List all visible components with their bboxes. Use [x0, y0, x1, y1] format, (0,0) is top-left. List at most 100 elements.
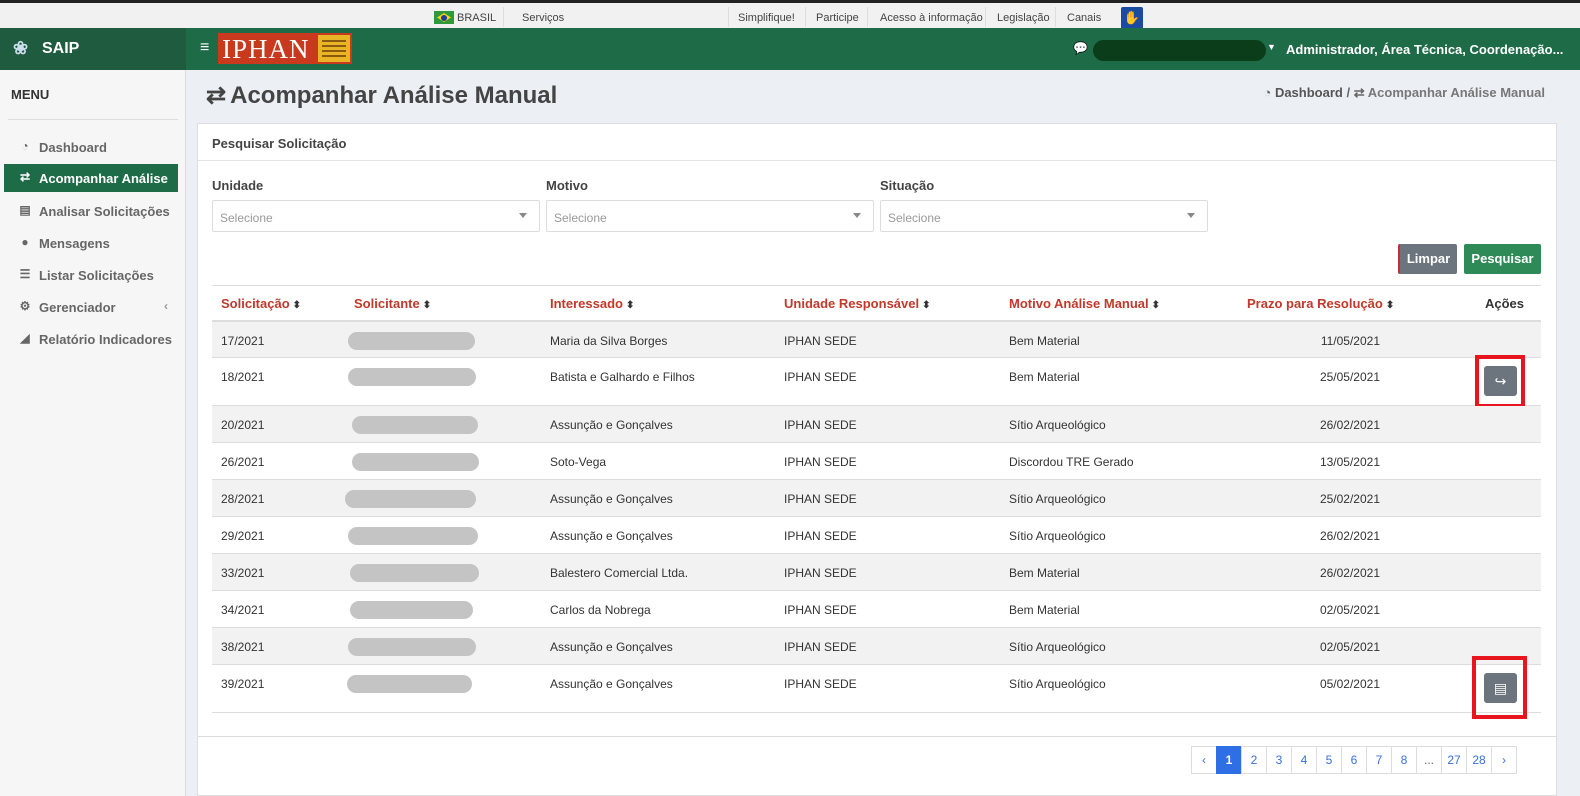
- column-header-prazo[interactable]: Prazo para Resolução ⬍: [1247, 296, 1394, 311]
- table-row: 28/2021 Assunção e Gonçalves IPHAN SEDE Sít…: [212, 480, 1541, 517]
- pagination-page-27[interactable]: 27: [1441, 746, 1467, 774]
- accessibility-icon[interactable]: ✋: [1121, 7, 1143, 29]
- clear-button[interactable]: Limpar: [1398, 244, 1457, 274]
- chevron-left-icon: ‹: [164, 299, 168, 313]
- search-panel: Pesquisar Solicitação Unidade Selecione …: [197, 123, 1557, 796]
- table-row: 34/2021 Carlos da Nobrega IPHAN SEDE Bem Ma…: [212, 591, 1541, 628]
- cell-motivo: Sítio Arqueológico: [1009, 677, 1106, 691]
- redacted-solicitante: [352, 453, 479, 471]
- sidebar-item-listar-solicitacoes[interactable]: ☰ Listar Solicitações: [4, 261, 178, 289]
- cell-unidade: IPHAN SEDE: [784, 529, 857, 543]
- pagination-page-28[interactable]: 28: [1466, 746, 1492, 774]
- cell-unidade: IPHAN SEDE: [784, 334, 857, 348]
- pagination-page-7[interactable]: 7: [1366, 746, 1392, 774]
- breadcrumb: ◔ Dashboard / ⇄ Acompanhar Análise Manua…: [1263, 85, 1545, 100]
- sidebar-item-gerenciador[interactable]: ⚙ Gerenciador ‹: [4, 293, 178, 321]
- sidebar-item-dashboard[interactable]: ◔ Dashboard: [4, 133, 178, 161]
- redacted-solicitante: [348, 527, 478, 545]
- cell-solicitacao: 39/2021: [221, 677, 265, 691]
- brand-bar: ❀ SAIP: [0, 28, 186, 70]
- cell-motivo: Discordou TRE Gerado: [1009, 455, 1134, 469]
- sidebar-item-acompanhar-analise[interactable]: ⇄ Acompanhar Análise: [4, 164, 178, 192]
- cell-solicitacao: 28/2021: [221, 492, 265, 506]
- hamburger-menu-icon[interactable]: ≡: [200, 39, 209, 57]
- pagination-page-4[interactable]: 4: [1291, 746, 1317, 774]
- caret-down-icon[interactable]: ▼: [1267, 42, 1276, 52]
- filter-label-unidade: Unidade: [212, 178, 264, 193]
- filter-label-situacao: Situação: [880, 178, 935, 193]
- cell-motivo: Bem Material: [1009, 370, 1080, 384]
- situacao-select[interactable]: Selecione: [880, 200, 1208, 232]
- column-header-solicitacao[interactable]: Solicitação ⬍: [221, 296, 301, 311]
- page-title: ⇄ Acompanhar Análise Manual: [206, 82, 558, 109]
- cell-unidade: IPHAN SEDE: [784, 566, 857, 580]
- chat-icon[interactable]: 💬: [1073, 41, 1088, 55]
- redacted-user-name[interactable]: [1093, 40, 1266, 61]
- column-header-unidade-responsavel[interactable]: Unidade Responsável ⬍: [784, 296, 931, 311]
- column-header-motivo[interactable]: Motivo Análise Manual ⬍: [1009, 296, 1160, 311]
- cell-prazo: 13/05/2021: [1319, 455, 1380, 469]
- sidebar-item-relatorio-indicadores[interactable]: ◢ Relatório Indicadores: [4, 325, 178, 353]
- unidade-select[interactable]: Selecione: [212, 200, 540, 232]
- list-icon: ☰: [19, 267, 31, 281]
- table-row: 18/2021 Batista e Galhardo e Filhos IPHAN …: [212, 355, 1541, 408]
- redacted-solicitante: [348, 368, 476, 386]
- cell-prazo: 02/05/2021: [1319, 640, 1380, 654]
- motivo-select[interactable]: Selecione: [546, 200, 874, 232]
- redacted-solicitante: [350, 601, 473, 619]
- pagination-ellipsis: ...: [1416, 746, 1442, 774]
- table-row: 17/2021 Maria da Silva Borges IPHAN SEDE Be…: [212, 322, 1541, 358]
- pagination-page-3[interactable]: 3: [1266, 746, 1292, 774]
- cell-unidade: IPHAN SEDE: [784, 370, 857, 384]
- highlight-box: [1472, 656, 1527, 719]
- sort-icon: ⬍: [1385, 300, 1395, 311]
- brand-name[interactable]: SAIP: [42, 40, 79, 58]
- breadcrumb-dashboard[interactable]: Dashboard: [1275, 85, 1343, 100]
- redacted-solicitante: [348, 332, 475, 350]
- cell-motivo: Bem Material: [1009, 603, 1080, 617]
- sidebar-item-analisar-solicitacoes[interactable]: ▤ Analisar Solicitações: [4, 197, 178, 225]
- redacted-solicitante: [348, 638, 476, 656]
- cell-motivo: Sítio Arqueológico: [1009, 492, 1106, 506]
- gov-link-acesso-informacao[interactable]: Acesso à informação: [880, 12, 983, 24]
- pagination-page-5[interactable]: 5: [1316, 746, 1342, 774]
- table-row: 39/2021 Assunção e Gonçalves IPHAN SEDE Sít…: [212, 656, 1541, 719]
- comments-icon: ●: [21, 235, 29, 249]
- cell-solicitacao: 38/2021: [221, 640, 265, 654]
- search-button[interactable]: Pesquisar: [1464, 244, 1541, 274]
- cell-unidade: IPHAN SEDE: [784, 677, 857, 691]
- cell-prazo: 02/05/2021: [1319, 603, 1380, 617]
- sort-icon: ⬍: [1151, 300, 1161, 311]
- sort-icon: ⬍: [922, 300, 931, 311]
- gov-country-link[interactable]: BRASIL: [457, 12, 496, 24]
- pagination-page-8[interactable]: 8: [1391, 746, 1417, 774]
- cell-prazo: 26/02/2021: [1319, 566, 1380, 580]
- sidebar-item-mensagens[interactable]: ● Mensagens: [4, 229, 178, 257]
- pagination-page-2[interactable]: 2: [1241, 746, 1267, 774]
- highlight-box: [1475, 355, 1525, 408]
- cell-prazo: 25/05/2021: [1319, 370, 1380, 384]
- column-header-interessado[interactable]: Interessado ⬍: [550, 296, 634, 311]
- pagination-next-button[interactable]: ›: [1491, 746, 1517, 774]
- gov-link-simplifique[interactable]: Simplifique!: [738, 12, 795, 24]
- gov-link-legislacao[interactable]: Legislação: [997, 12, 1050, 24]
- gov-link-canais[interactable]: Canais: [1067, 12, 1101, 24]
- dropdown-arrow-icon: [1187, 213, 1195, 218]
- cell-solicitacao: 20/2021: [221, 418, 265, 432]
- cell-prazo: 26/02/2021: [1319, 418, 1380, 432]
- table-footer-divider: [198, 736, 1556, 737]
- pagination-page-1[interactable]: 1: [1216, 746, 1242, 774]
- pagination-page-6[interactable]: 6: [1341, 746, 1367, 774]
- gov-link-participe[interactable]: Participe: [816, 12, 859, 24]
- menu-divider: [8, 119, 178, 120]
- cogs-icon: ⚙: [19, 299, 31, 313]
- user-role-menu[interactable]: Administrador, Área Técnica, Coordenação…: [1286, 42, 1563, 57]
- cell-motivo: Sítio Arqueológico: [1009, 418, 1106, 432]
- leaf-logo-icon: ❀: [13, 38, 29, 58]
- cell-interessado: Assunção e Gonçalves: [550, 529, 673, 543]
- column-header-solicitante[interactable]: Solicitante ⬍: [354, 296, 431, 311]
- gov-link-servicos[interactable]: Serviços: [522, 12, 564, 24]
- exchange-icon: ⇄: [1353, 85, 1365, 100]
- pagination-prev-button[interactable]: ‹: [1191, 746, 1217, 774]
- redacted-solicitante: [350, 564, 479, 582]
